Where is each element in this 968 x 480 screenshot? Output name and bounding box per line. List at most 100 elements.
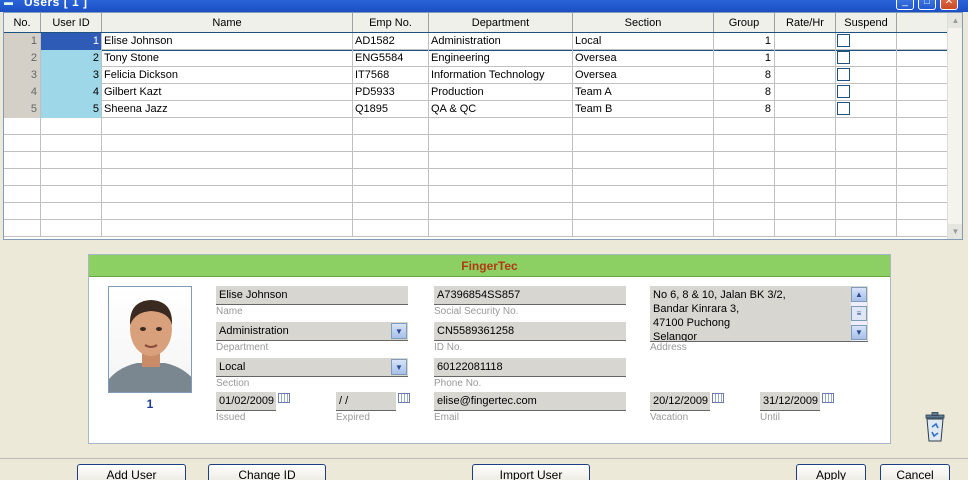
- blank-cell[interactable]: [897, 152, 948, 169]
- name-cell[interactable]: Gilbert Kazt: [102, 84, 353, 101]
- name-cell[interactable]: Felicia Dickson: [102, 67, 353, 84]
- blank-cell[interactable]: [897, 135, 948, 152]
- blank-cell[interactable]: [897, 50, 948, 67]
- row-number[interactable]: [4, 135, 41, 152]
- group-cell[interactable]: 8: [714, 67, 775, 84]
- name-cell[interactable]: [102, 203, 353, 220]
- section-cell[interactable]: Team A: [573, 84, 714, 101]
- emp-no-cell[interactable]: ENG5584: [353, 50, 429, 67]
- row-number[interactable]: [4, 169, 41, 186]
- department-cell[interactable]: QA & QC: [429, 101, 573, 118]
- calendar-icon[interactable]: [822, 393, 834, 403]
- calendar-icon[interactable]: [712, 393, 724, 403]
- change-id-button[interactable]: Change ID: [208, 464, 326, 480]
- suspend-checkbox[interactable]: [837, 51, 850, 64]
- empty-row[interactable]: [4, 186, 948, 203]
- empty-row[interactable]: [4, 220, 948, 237]
- section-cell[interactable]: [573, 220, 714, 237]
- row-number[interactable]: 5: [4, 101, 41, 118]
- row-number[interactable]: [4, 203, 41, 220]
- suspend-cell[interactable]: [836, 152, 897, 169]
- empty-row[interactable]: [4, 135, 948, 152]
- name-cell[interactable]: [102, 118, 353, 135]
- department-cell[interactable]: [429, 135, 573, 152]
- until-date-field[interactable]: 31/12/2009: [760, 392, 820, 411]
- emp-no-cell[interactable]: IT7568: [353, 67, 429, 84]
- row-number[interactable]: 3: [4, 67, 41, 84]
- table-row[interactable]: 3 3 Felicia Dickson IT7568 Information Techn…: [4, 67, 948, 84]
- apply-button[interactable]: Apply: [796, 464, 866, 480]
- user-id-cell[interactable]: 1: [41, 33, 102, 50]
- rate-cell[interactable]: [775, 67, 836, 84]
- department-cell[interactable]: [429, 118, 573, 135]
- suspend-cell[interactable]: [836, 33, 897, 50]
- import-user-button[interactable]: Import User: [472, 464, 590, 480]
- section-cell[interactable]: [573, 118, 714, 135]
- name-cell[interactable]: [102, 169, 353, 186]
- table-row[interactable]: 2 2 Tony Stone ENG5584 Engineering Oversea 1: [4, 50, 948, 67]
- col-userid-header[interactable]: User ID: [41, 13, 102, 33]
- col-name-header[interactable]: Name: [102, 13, 353, 33]
- name-cell[interactable]: [102, 135, 353, 152]
- blank-cell[interactable]: [897, 186, 948, 203]
- rate-cell[interactable]: [775, 118, 836, 135]
- chevron-down-icon[interactable]: ▼: [391, 323, 407, 339]
- section-cell[interactable]: Oversea: [573, 50, 714, 67]
- vacation-date-field[interactable]: 20/12/2009: [650, 392, 710, 411]
- row-number[interactable]: 4: [4, 84, 41, 101]
- suspend-cell[interactable]: [836, 186, 897, 203]
- rate-cell[interactable]: [775, 135, 836, 152]
- blank-cell[interactable]: [897, 169, 948, 186]
- name-cell[interactable]: Elise Johnson: [102, 33, 353, 50]
- scroll-thumb[interactable]: ≡: [851, 306, 867, 321]
- user-id-cell[interactable]: [41, 169, 102, 186]
- section-cell[interactable]: [573, 152, 714, 169]
- section-cell[interactable]: Local: [573, 33, 714, 50]
- name-cell[interactable]: [102, 186, 353, 203]
- name-field[interactable]: Elise Johnson: [216, 286, 408, 305]
- col-group-header[interactable]: Group: [714, 13, 775, 33]
- cancel-button[interactable]: Cancel: [880, 464, 950, 480]
- empty-row[interactable]: [4, 152, 948, 169]
- row-number[interactable]: 1: [4, 33, 41, 50]
- suspend-checkbox[interactable]: [837, 68, 850, 81]
- rate-cell[interactable]: [775, 101, 836, 118]
- suspend-cell[interactable]: [836, 118, 897, 135]
- close-button[interactable]: ✕: [940, 0, 958, 10]
- ssn-field[interactable]: A7396854SS857: [434, 286, 626, 305]
- rate-cell[interactable]: [775, 84, 836, 101]
- emp-no-cell[interactable]: [353, 152, 429, 169]
- user-id-cell[interactable]: [41, 186, 102, 203]
- suspend-checkbox[interactable]: [837, 102, 850, 115]
- empty-row[interactable]: [4, 203, 948, 220]
- emp-no-cell[interactable]: [353, 220, 429, 237]
- empty-row[interactable]: [4, 169, 948, 186]
- email-field[interactable]: elise@fingertec.com: [434, 392, 626, 411]
- department-cell[interactable]: [429, 203, 573, 220]
- user-id-cell[interactable]: [41, 135, 102, 152]
- scroll-down-icon[interactable]: ▼: [851, 325, 867, 340]
- user-id-cell[interactable]: [41, 203, 102, 220]
- department-cell[interactable]: Information Technology: [429, 67, 573, 84]
- col-section-header[interactable]: Section: [573, 13, 714, 33]
- group-cell[interactable]: [714, 203, 775, 220]
- empty-row[interactable]: [4, 118, 948, 135]
- name-cell[interactable]: Tony Stone: [102, 50, 353, 67]
- user-id-cell[interactable]: [41, 118, 102, 135]
- chevron-down-icon[interactable]: ▼: [391, 359, 407, 375]
- department-cell[interactable]: [429, 169, 573, 186]
- department-cell[interactable]: [429, 220, 573, 237]
- blank-cell[interactable]: [897, 84, 948, 101]
- suspend-checkbox[interactable]: [837, 34, 850, 47]
- rate-cell[interactable]: [775, 169, 836, 186]
- blank-cell[interactable]: [897, 101, 948, 118]
- emp-no-cell[interactable]: [353, 135, 429, 152]
- department-cell[interactable]: [429, 152, 573, 169]
- minimize-button[interactable]: _: [896, 0, 914, 10]
- group-cell[interactable]: [714, 169, 775, 186]
- user-photo[interactable]: [108, 286, 192, 393]
- department-cell[interactable]: Administration: [429, 33, 573, 50]
- group-cell[interactable]: 1: [714, 33, 775, 50]
- col-empno-header[interactable]: Emp No.: [353, 13, 429, 33]
- department-select[interactable]: Administration ▼: [216, 322, 408, 341]
